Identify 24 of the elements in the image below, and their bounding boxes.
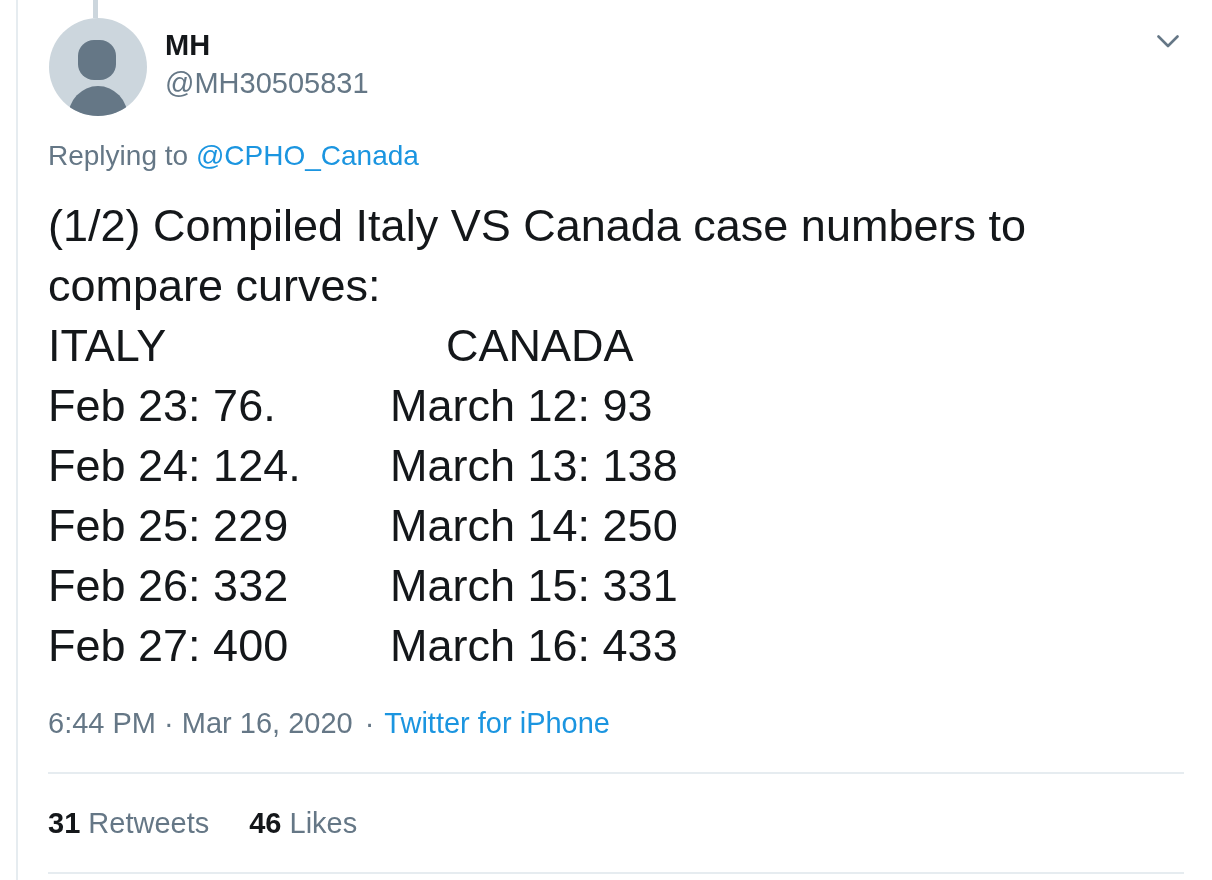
column-heading: CANADA xyxy=(445,319,635,373)
author-name[interactable]: MH xyxy=(165,28,369,62)
case-count: Feb 23: 76. xyxy=(48,379,277,433)
column-heading: ITALY xyxy=(48,319,168,373)
author-handle[interactable]: @MH30505831 xyxy=(165,66,369,100)
case-count: March 16: 433 xyxy=(390,619,678,673)
chevron-down-icon[interactable] xyxy=(1157,35,1179,48)
case-count: Feb 24: 124. xyxy=(48,439,302,493)
case-count: Feb 27: 400 xyxy=(48,619,290,673)
stat-link[interactable]: 46 Likes xyxy=(249,805,358,841)
mention-link[interactable]: @CPHO_Canada xyxy=(195,140,419,171)
reply-context: Replying to @CPHO_Canada xyxy=(48,139,420,173)
case-count: Feb 26: 332 xyxy=(48,559,290,613)
case-count: March 14: 250 xyxy=(390,499,678,553)
case-count: March 15: 331 xyxy=(390,559,678,613)
tweet-text: (1/2) Compiled Italy VS Canada case numbers to compare curves: xyxy=(48,199,1027,313)
avatar-icon[interactable] xyxy=(49,18,147,116)
source-link[interactable]: Twitter for iPhone xyxy=(384,705,610,741)
stat-link[interactable]: 31 Retweets xyxy=(48,805,210,841)
tweet-timestamp[interactable]: 6:44 PM · Mar 16, 2020 xyxy=(48,705,353,741)
case-count: March 12: 93 xyxy=(390,379,654,433)
case-count: March 13: 138 xyxy=(390,439,678,493)
separator-dot: · xyxy=(364,706,375,741)
case-count: Feb 25: 229 xyxy=(48,499,290,553)
